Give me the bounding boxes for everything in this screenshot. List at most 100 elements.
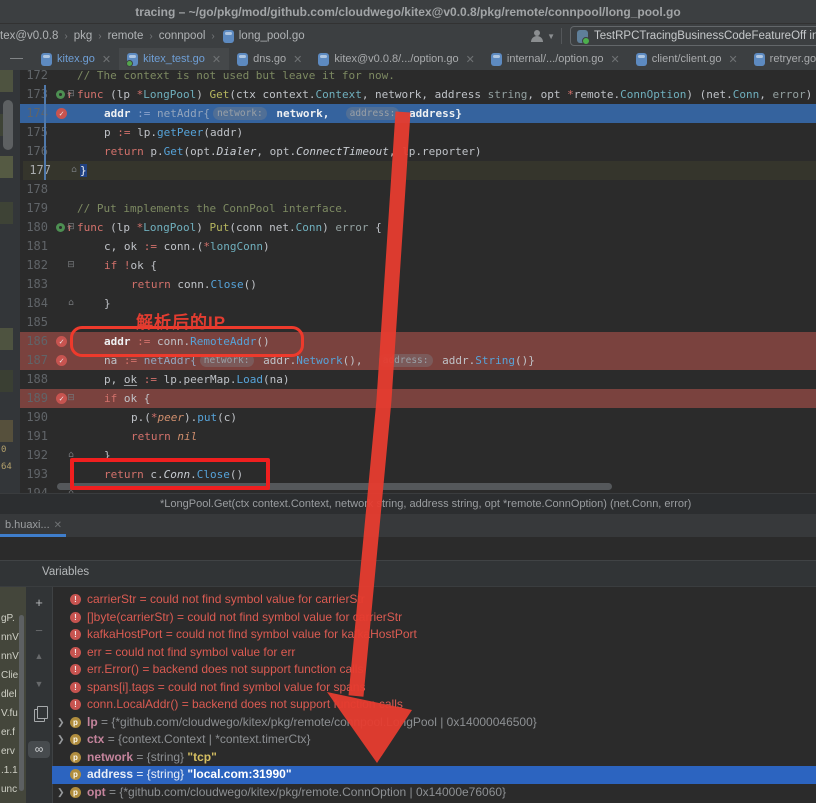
close-icon[interactable]: ✕: [293, 53, 302, 66]
fold-marker[interactable]: ⊟: [66, 256, 76, 275]
expand-chevron-icon[interactable]: ❯: [57, 784, 65, 802]
frame-item-partial[interactable]: er.f: [1, 727, 25, 738]
editor-tab-kitex-go[interactable]: kitex.go✕: [33, 48, 119, 70]
copy-icon[interactable]: [26, 709, 52, 725]
line-number[interactable]: 183: [20, 275, 48, 294]
fold-marker[interactable]: ⌂: [66, 294, 76, 313]
add-watch-button[interactable]: +: [26, 595, 52, 610]
frame-item-partial[interactable]: Clie: [1, 670, 25, 681]
close-icon[interactable]: ✕: [102, 53, 111, 66]
variable-row-expr-0[interactable]: !carrierStr = could not find symbol valu…: [52, 591, 816, 609]
mini-scrollbar[interactable]: [3, 100, 13, 150]
breadcrumb-item[interactable]: remote: [108, 30, 144, 42]
variable-row-expr-5[interactable]: !spans[i].tags = could not find symbol v…: [52, 679, 816, 697]
line-number[interactable]: 172: [20, 70, 48, 85]
frame-item-partial[interactable]: unc: [1, 784, 25, 795]
variable-row-expr-2[interactable]: !kafkaHostPort = could not find symbol v…: [52, 626, 816, 644]
variable-row-address[interactable]: paddress = {string} "local.com:31990": [52, 766, 816, 784]
frame-item-partial[interactable]: .1.1: [1, 765, 25, 776]
line-number[interactable]: 186: [20, 332, 48, 351]
breakpoint-icon[interactable]: ✓: [56, 108, 67, 119]
line-number[interactable]: 179: [20, 199, 48, 218]
close-icon[interactable]: ✕: [212, 53, 221, 66]
breakpoint-icon[interactable]: ✓: [56, 355, 67, 366]
variable-row-opt[interactable]: ❯popt = {*github.com/cloudwego/kitex/pkg…: [52, 784, 816, 802]
window-title: tracing – ~/go/pkg/mod/github.com/cloudw…: [135, 5, 680, 19]
line-number[interactable]: 185: [20, 313, 48, 332]
variable-row-expr-1[interactable]: ![]byte(carrierStr) = could not find sym…: [52, 609, 816, 627]
editor-tab-client-client-go[interactable]: client/client.go✕: [628, 48, 746, 70]
frame-item-partial[interactable]: nnV: [1, 651, 25, 662]
variable-row-lp[interactable]: ❯plp = {*github.com/cloudwego/kitex/pkg/…: [52, 714, 816, 732]
go-file-icon: [41, 53, 52, 66]
line-number[interactable]: 180: [20, 218, 48, 237]
line-number[interactable]: 190: [20, 408, 48, 427]
line-number[interactable]: 188: [20, 370, 48, 389]
close-icon[interactable]: ✕: [466, 53, 475, 66]
implements-icon[interactable]: [56, 90, 65, 99]
line-number[interactable]: 187: [20, 351, 48, 370]
hide-tabs-icon[interactable]: —: [0, 50, 33, 68]
variable-row-network[interactable]: pnetwork = {string} "tcp": [52, 749, 816, 767]
editor-tab-dns-go[interactable]: dns.go✕: [229, 48, 310, 70]
frames-strip[interactable]: gP.nnVnnVCliedlelV.fuer.ferv.1.1uncunc: [0, 587, 26, 803]
variable-row-ctx[interactable]: ❯pctx = {context.Context | *context.time…: [52, 731, 816, 749]
line-number[interactable]: 184: [20, 294, 48, 313]
editor-tab-internal-option-go[interactable]: internal/.../option.go ✕: [483, 48, 628, 70]
expand-chevron-icon[interactable]: ❯: [57, 714, 65, 732]
run-configuration-selector[interactable]: TestRPCTracingBusinessCodeFeatureOff in …: [570, 26, 816, 46]
code-line-177: 177⌂}: [23, 161, 816, 180]
line-number[interactable]: 178: [20, 180, 48, 199]
line-number[interactable]: 192: [20, 446, 48, 465]
frame-item-partial[interactable]: V.fu: [1, 708, 25, 719]
frame-item-partial[interactable]: nnV: [1, 632, 25, 643]
breadcrumb-file[interactable]: long_pool.go: [239, 30, 305, 42]
go-file-icon: [223, 30, 234, 43]
editor-tab-retryer-go[interactable]: retryer.go✕: [746, 48, 816, 70]
variables-panel: Variables ▼ gP.nnVnnVCliedlelV.fuer.ferv…: [0, 560, 816, 803]
close-icon[interactable]: ✕: [611, 53, 620, 66]
breakpoint-icon[interactable]: ✓: [56, 336, 67, 347]
remove-watch-button[interactable]: −: [26, 623, 52, 638]
error-icon: !: [70, 594, 81, 605]
user-icon[interactable]: [531, 30, 544, 42]
line-number[interactable]: 191: [20, 427, 48, 446]
line-number[interactable]: 181: [20, 237, 48, 256]
editor-tab-kitex-test-go[interactable]: kitex_test.go✕: [119, 48, 229, 70]
line-number[interactable]: 189: [20, 389, 48, 408]
expand-chevron-icon[interactable]: ❯: [57, 731, 65, 749]
frame-item-partial[interactable]: erv: [1, 746, 25, 757]
line-number[interactable]: 193: [20, 465, 48, 484]
breadcrumb-item[interactable]: pkg: [74, 30, 93, 42]
move-up-button[interactable]: ▲: [26, 651, 52, 661]
show-watches-button[interactable]: ∞: [28, 741, 50, 758]
code-line-176: 176return p.Get(opt.Dialer, opt.ConnectT…: [20, 142, 816, 161]
variable-row-expr-4[interactable]: !err.Error() = backend does not support …: [52, 661, 816, 679]
implements-icon[interactable]: [56, 223, 65, 232]
code-line-180: 180↑⊟func (lp *LongPool) Put(conn net.Co…: [20, 218, 816, 237]
code-line-173: 173↑⊟func (lp *LongPool) Get(ctx context…: [20, 85, 816, 104]
fold-marker[interactable]: ⊟: [66, 85, 76, 104]
line-number[interactable]: 177: [23, 161, 51, 180]
breadcrumb-item[interactable]: connpool: [159, 30, 206, 42]
frame-item-partial[interactable]: dlel: [1, 689, 25, 700]
line-number[interactable]: 182: [20, 256, 48, 275]
tab-label: internal/.../option.go: [507, 53, 604, 65]
close-icon[interactable]: ✕: [54, 520, 62, 531]
variable-row-expr-3[interactable]: !err = could not find symbol value for e…: [52, 644, 816, 662]
fold-marker[interactable]: ⌂: [69, 161, 79, 180]
fold-marker[interactable]: ⊟: [66, 389, 76, 408]
context-signature: *LongPool.Get(ctx context.Context, netwo…: [160, 498, 691, 510]
fold-marker[interactable]: ⊟: [66, 218, 76, 237]
code-line-172: 172// The context is not used but leave …: [20, 70, 816, 85]
code-editor[interactable]: 064 172// The context is not used but le…: [0, 70, 816, 493]
editor-tab-kitex-v0-0-8-option-go[interactable]: kitex@v0.0.8/.../option.go✕: [310, 48, 483, 70]
line-number[interactable]: 194: [20, 484, 48, 493]
debug-session-tab[interactable]: b.huaxi...✕: [0, 514, 66, 537]
breadcrumb-item[interactable]: tex@v0.0.8: [0, 30, 58, 42]
variable-row-expr-6[interactable]: !conn.LocalAddr() = backend does not sup…: [52, 696, 816, 714]
close-icon[interactable]: ✕: [728, 53, 737, 66]
move-down-button[interactable]: ▼: [26, 679, 52, 689]
error-icon: !: [70, 699, 81, 710]
frame-item-partial[interactable]: gP.: [1, 613, 25, 624]
